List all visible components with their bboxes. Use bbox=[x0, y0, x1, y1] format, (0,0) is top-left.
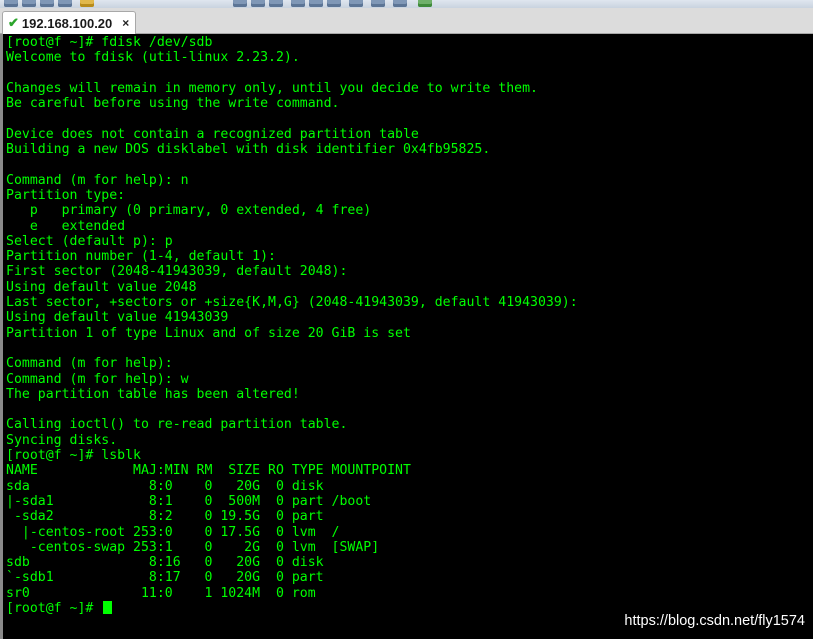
terminal-line: -centos-swap 253:1 0 2G 0 lvm [SWAP] bbox=[6, 539, 380, 555]
toolbar-settings-icon[interactable] bbox=[309, 0, 323, 7]
terminal-cursor bbox=[103, 600, 113, 614]
terminal-line: Command (m for help): n bbox=[6, 172, 189, 188]
toolbar-sftp-icon[interactable] bbox=[349, 0, 363, 7]
terminal-line: Using default value 41943039 bbox=[6, 310, 229, 326]
terminal-line: e extended bbox=[6, 218, 126, 234]
session-tab-bar: ✔ 192.168.100.20 × bbox=[0, 8, 813, 34]
terminal-line: Be careful before using the write comman… bbox=[6, 96, 340, 112]
check-icon: ✔ bbox=[8, 15, 19, 30]
terminal-line: Last sector, +sectors or +size{K,M,G} (2… bbox=[6, 295, 578, 311]
toolbar-connect-icon[interactable] bbox=[40, 0, 54, 7]
toolbar-print-icon[interactable] bbox=[291, 0, 305, 7]
terminal-line: Command (m for help): w bbox=[6, 371, 189, 387]
watermark: https://blog.csdn.net/fly1574 bbox=[624, 613, 805, 629]
terminal-line: sr0 11:0 1 1024M 0 rom bbox=[6, 585, 316, 601]
toolbar-transfer-icon[interactable] bbox=[418, 0, 432, 7]
terminal-line: Building a new DOS disklabel with disk i… bbox=[6, 142, 491, 158]
toolbar bbox=[0, 0, 813, 8]
terminal-line: The partition table has been altered! bbox=[6, 386, 300, 402]
terminal-lines: [root@f ~]# fdisk /dev/sdb Welcome to fdi… bbox=[6, 35, 813, 601]
terminal-line: Changes will remain in memory only, unti… bbox=[6, 80, 538, 96]
terminal-line: Partition number (1-4, default 1): bbox=[6, 249, 276, 265]
toolbar-session-icon[interactable] bbox=[80, 0, 94, 7]
close-icon[interactable]: × bbox=[122, 16, 129, 30]
terminal-line: Partition type: bbox=[6, 187, 126, 203]
terminal-prompt: [root@f ~]# bbox=[6, 600, 102, 616]
session-tab-title: 192.168.100.20 bbox=[21, 15, 113, 31]
toolbar-disconnect-icon[interactable] bbox=[58, 0, 72, 7]
terminal-line: Select (default p): p bbox=[6, 233, 173, 249]
terminal-line: |-sda1 8:1 0 500M 0 part /boot bbox=[6, 493, 372, 509]
terminal-line: Welcome to fdisk (util-linux 2.23.2). bbox=[6, 50, 300, 66]
terminal-line: Device does not contain a recognized par… bbox=[6, 126, 419, 142]
terminal-line: sdb 8:16 0 20G 0 disk bbox=[6, 555, 324, 571]
toolbar-help-icon[interactable] bbox=[393, 0, 407, 7]
toolbar-new-icon[interactable] bbox=[4, 0, 18, 7]
terminal-line: |-centos-root 253:0 0 17.5G 0 lvm / bbox=[6, 524, 340, 540]
terminal-line: Command (m for help): bbox=[6, 356, 173, 372]
terminal-line: [root@f ~]# fdisk /dev/sdb bbox=[6, 35, 213, 50]
terminal-line: -sda2 8:2 0 19.5G 0 part bbox=[6, 509, 324, 525]
terminal-line: sda 8:0 0 20G 0 disk bbox=[6, 478, 324, 494]
terminal-line: Calling ioctl() to re-read partition tab… bbox=[6, 417, 348, 433]
terminal-line: NAME MAJ:MIN RM SIZE RO TYPE MOUNTPOINT bbox=[6, 463, 411, 479]
toolbar-find-icon[interactable] bbox=[269, 0, 283, 7]
terminal-app-window: ✔ 192.168.100.20 × [root@f ~]# fdisk /de… bbox=[0, 0, 813, 639]
toolbar-copy-icon[interactable] bbox=[233, 0, 247, 7]
toolbar-keymap-icon[interactable] bbox=[327, 0, 341, 7]
terminal-output[interactable]: [root@f ~]# fdisk /dev/sdb Welcome to fdi… bbox=[0, 34, 813, 639]
toolbar-open-icon[interactable] bbox=[22, 0, 36, 7]
terminal-line: p primary (0 primary, 0 extended, 4 free… bbox=[6, 203, 372, 219]
terminal-line: Using default value 2048 bbox=[6, 279, 197, 295]
terminal-line: [root@f ~]# lsblk bbox=[6, 448, 141, 464]
session-tab[interactable]: ✔ 192.168.100.20 × bbox=[2, 11, 136, 34]
toolbar-script-icon[interactable] bbox=[371, 0, 385, 7]
terminal-line: First sector (2048-41943039, default 204… bbox=[6, 264, 348, 280]
toolbar-paste-icon[interactable] bbox=[251, 0, 265, 7]
terminal-line: Partition 1 of type Linux and of size 20… bbox=[6, 325, 411, 341]
terminal-line: Syncing disks. bbox=[6, 432, 118, 448]
terminal-line: `-sdb1 8:17 0 20G 0 part bbox=[6, 570, 324, 586]
